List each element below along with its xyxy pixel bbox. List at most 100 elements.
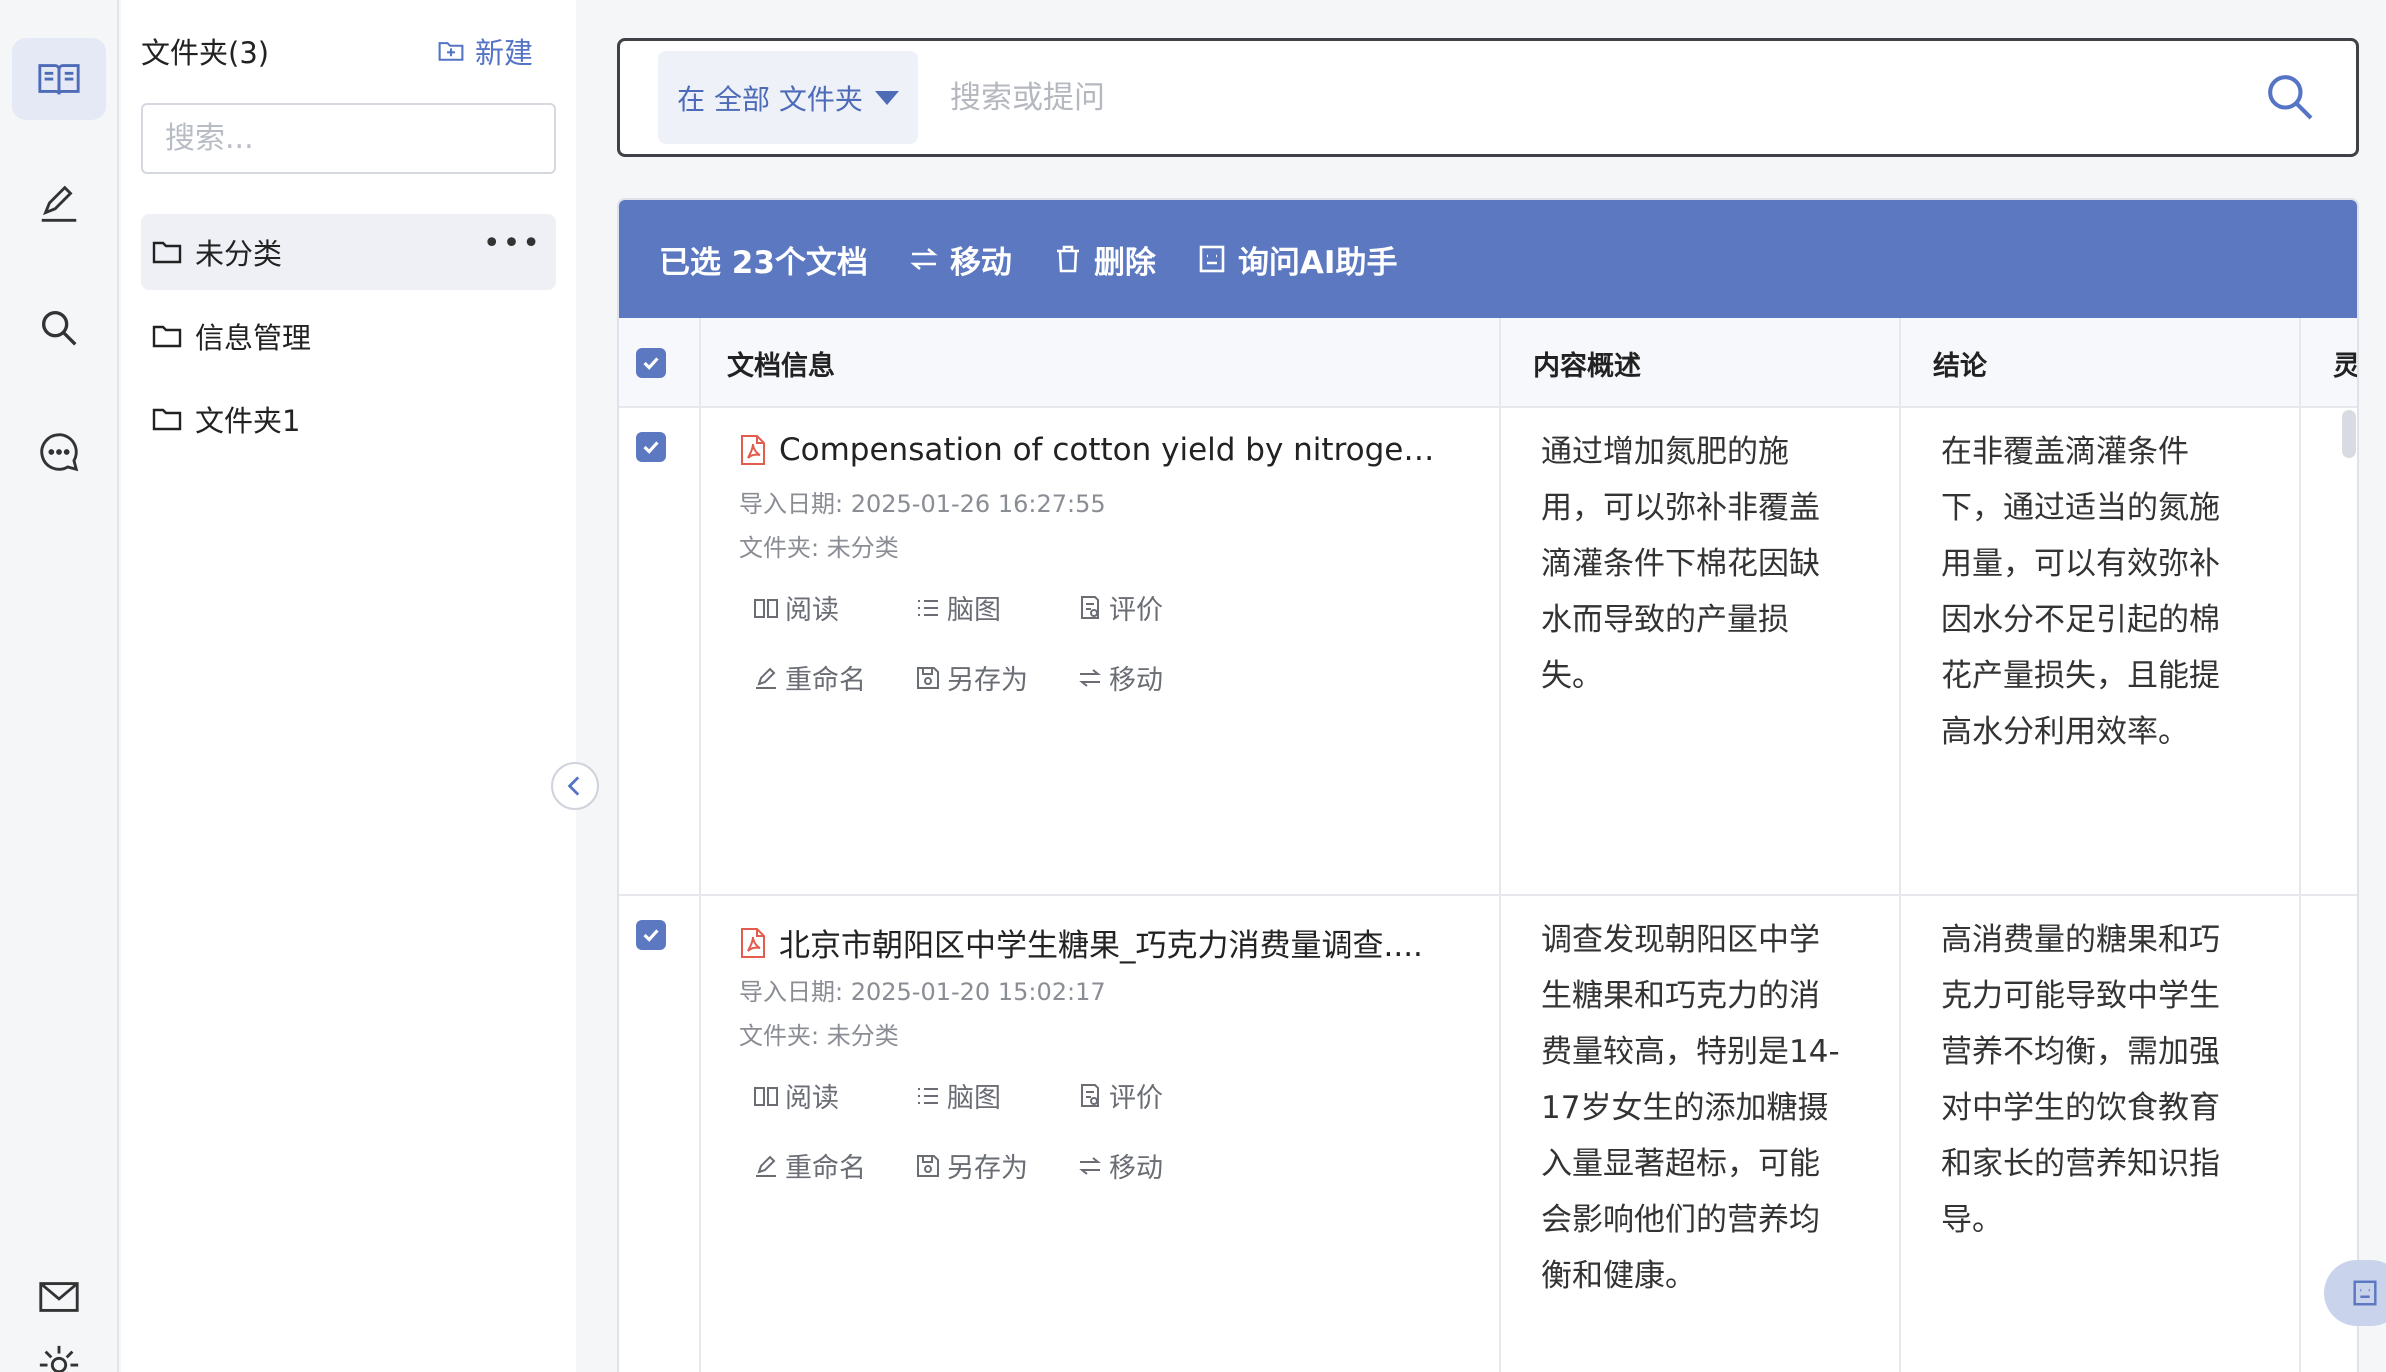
summary-line: 入量显著超标，可能 <box>1541 1146 1820 1182</box>
review-icon <box>1081 1083 1099 1107</box>
rail-notes-button[interactable] <box>12 162 106 244</box>
conclusion-line: 对中学生的饮食教育 <box>1941 1090 2220 1126</box>
ask-ai-label: 询问AI助手 <box>1237 244 1398 281</box>
document-table: 已选 23个文档 移动 删除 询问AI助手 文档信息 内容概述 结论 Compe… <box>617 198 2359 1372</box>
document-title-link[interactable]: 北京市朝阳区中学生糖果_巧克力消费量调查.... <box>739 920 1439 965</box>
summary-line: 通过增加氮肥的施 <box>1541 434 1789 470</box>
conclusion-line: 导。 <box>1941 1202 2003 1238</box>
header-conclusion[interactable]: 结论 <box>1933 318 1987 408</box>
folder-search-input[interactable] <box>141 103 556 174</box>
mindmap-label: 脑图 <box>947 595 1001 626</box>
save-as-button[interactable]: 另存为 <box>915 1146 1028 1185</box>
conclusion-line: 营养不均衡，需加强 <box>1941 1034 2220 1070</box>
rail-mail-button[interactable] <box>12 1256 106 1338</box>
folder-more-button[interactable]: ••• <box>483 229 542 259</box>
rail-chat-button[interactable] <box>12 411 106 493</box>
conclusion-line: 高水分利用效率。 <box>1941 714 2189 750</box>
read-label: 阅读 <box>785 595 839 626</box>
conclusion-line: 下，通过适当的氮施 <box>1941 490 2220 526</box>
rename-label: 重命名 <box>785 665 866 696</box>
move-button[interactable]: 移动 <box>1077 658 1163 697</box>
table-row[interactable]: Compensation of cotton yield by nitrogen… <box>619 408 2357 896</box>
folder-icon <box>152 241 182 264</box>
icon-rail <box>0 0 119 1372</box>
rail-search-button[interactable] <box>12 287 106 369</box>
header-summary[interactable]: 内容概述 <box>1533 318 1641 408</box>
book-icon <box>754 598 778 618</box>
review-icon <box>1081 595 1099 619</box>
bulk-delete-button[interactable]: 删除 <box>1052 237 1156 282</box>
book-icon <box>754 1086 778 1106</box>
main-search-input[interactable] <box>950 63 2200 133</box>
check-icon <box>643 441 659 454</box>
caret-down-icon <box>874 90 899 105</box>
collapse-panel-button[interactable] <box>551 762 599 810</box>
folder-plus-icon <box>438 42 464 61</box>
review-button[interactable]: 评价 <box>1077 588 1163 627</box>
new-folder-label: 新建 <box>475 36 534 70</box>
list-icon <box>918 1087 938 1104</box>
folder-item-folder1[interactable]: 文件夹1 <box>141 381 556 457</box>
folder-item-uncategorized[interactable]: 未分类 ••• <box>141 214 556 290</box>
ask-ai-button[interactable]: 询问AI助手 <box>1196 237 1398 282</box>
table-row[interactable]: 北京市朝阳区中学生糖果_巧克力消费量调查.... 导入日期: 2025-01-2… <box>619 896 2357 1372</box>
row-checkbox[interactable] <box>636 432 666 462</box>
move-button[interactable]: 移动 <box>1077 1146 1163 1185</box>
conclusion-line: 在非覆盖滴灌条件 <box>1941 434 2189 470</box>
save-as-button[interactable]: 另存为 <box>915 658 1028 697</box>
rename-button[interactable]: 重命名 <box>753 1146 866 1185</box>
check-icon <box>643 357 659 370</box>
list-icon <box>918 599 938 616</box>
mindmap-button[interactable]: 脑图 <box>915 1076 1001 1115</box>
conclusion-line: 高消费量的糖果和巧 <box>1941 922 2220 958</box>
search-icon[interactable] <box>2262 69 2318 125</box>
new-folder-button[interactable]: 新建 <box>437 30 533 72</box>
conclusion-line: 因水分不足引起的棉 <box>1941 602 2220 638</box>
folder-icon <box>152 408 182 431</box>
bulk-move-button[interactable]: 移动 <box>908 237 1012 282</box>
summary-line: 失。 <box>1541 658 1603 694</box>
read-label: 阅读 <box>785 1083 839 1114</box>
floating-ai-button[interactable] <box>2324 1260 2386 1326</box>
search-scope-dropdown[interactable]: 在 全部 文件夹 <box>658 51 918 144</box>
read-button[interactable]: 阅读 <box>753 1076 839 1115</box>
edit-icon <box>41 185 77 222</box>
read-button[interactable]: 阅读 <box>753 588 839 627</box>
search-bar: 在 全部 文件夹 <box>617 38 2359 157</box>
folder-item-label: 文件夹1 <box>195 404 301 438</box>
bulk-delete-label: 删除 <box>1093 244 1156 281</box>
conclusion-line: 和家长的营养知识指 <box>1941 1146 2220 1182</box>
selection-toolbar: 已选 23个文档 移动 删除 询问AI助手 <box>619 200 2357 318</box>
edit-icon <box>756 1155 776 1177</box>
mail-icon <box>39 1282 79 1312</box>
header-next-partial[interactable]: 灵 <box>2333 318 2357 408</box>
document-title-link[interactable]: Compensation of cotton yield by nitrogen… <box>739 432 1439 468</box>
header-doc-info[interactable]: 文档信息 <box>727 318 835 408</box>
search-icon <box>41 310 77 346</box>
folder-item-info-management[interactable]: 信息管理 <box>141 298 556 374</box>
summary-line: 费量较高，特别是14- <box>1541 1034 1840 1070</box>
summary-cell: 调查发现朝阳区中学 生糖果和巧克力的消 费量较高，特别是14- 17岁女生的添加… <box>1541 912 1840 1304</box>
summary-line: 生糖果和巧克力的消 <box>1541 978 1820 1014</box>
summary-line: 调查发现朝阳区中学 <box>1541 922 1820 958</box>
selection-count: 已选 23个文档 <box>659 244 868 281</box>
summary-line: 17岁女生的添加糖摄 <box>1541 1090 1829 1126</box>
trash-icon <box>1056 245 1079 273</box>
document-folder: 文件夹: 未分类 <box>739 534 899 562</box>
review-button[interactable]: 评价 <box>1077 1076 1163 1115</box>
select-all-checkbox[interactable] <box>636 348 666 378</box>
conclusion-line: 花产量损失，且能提 <box>1941 658 2220 694</box>
rename-button[interactable]: 重命名 <box>753 658 866 697</box>
row-checkbox[interactable] <box>636 920 666 950</box>
move-icon <box>1079 1156 1101 1175</box>
rail-library-button[interactable] <box>12 38 106 120</box>
rail-settings-button[interactable] <box>12 1336 106 1372</box>
summary-line: 水而导致的产量损 <box>1541 602 1789 638</box>
review-label: 评价 <box>1109 595 1163 626</box>
table-scrollbar[interactable] <box>2342 410 2356 458</box>
conclusion-line: 用量，可以有效弥补 <box>1941 546 2220 582</box>
main-area: 在 全部 文件夹 已选 23个文档 移动 删除 <box>576 0 2386 1372</box>
mindmap-button[interactable]: 脑图 <box>915 588 1001 627</box>
save-icon <box>917 666 939 689</box>
summary-line: 衡和健康。 <box>1541 1258 1696 1294</box>
